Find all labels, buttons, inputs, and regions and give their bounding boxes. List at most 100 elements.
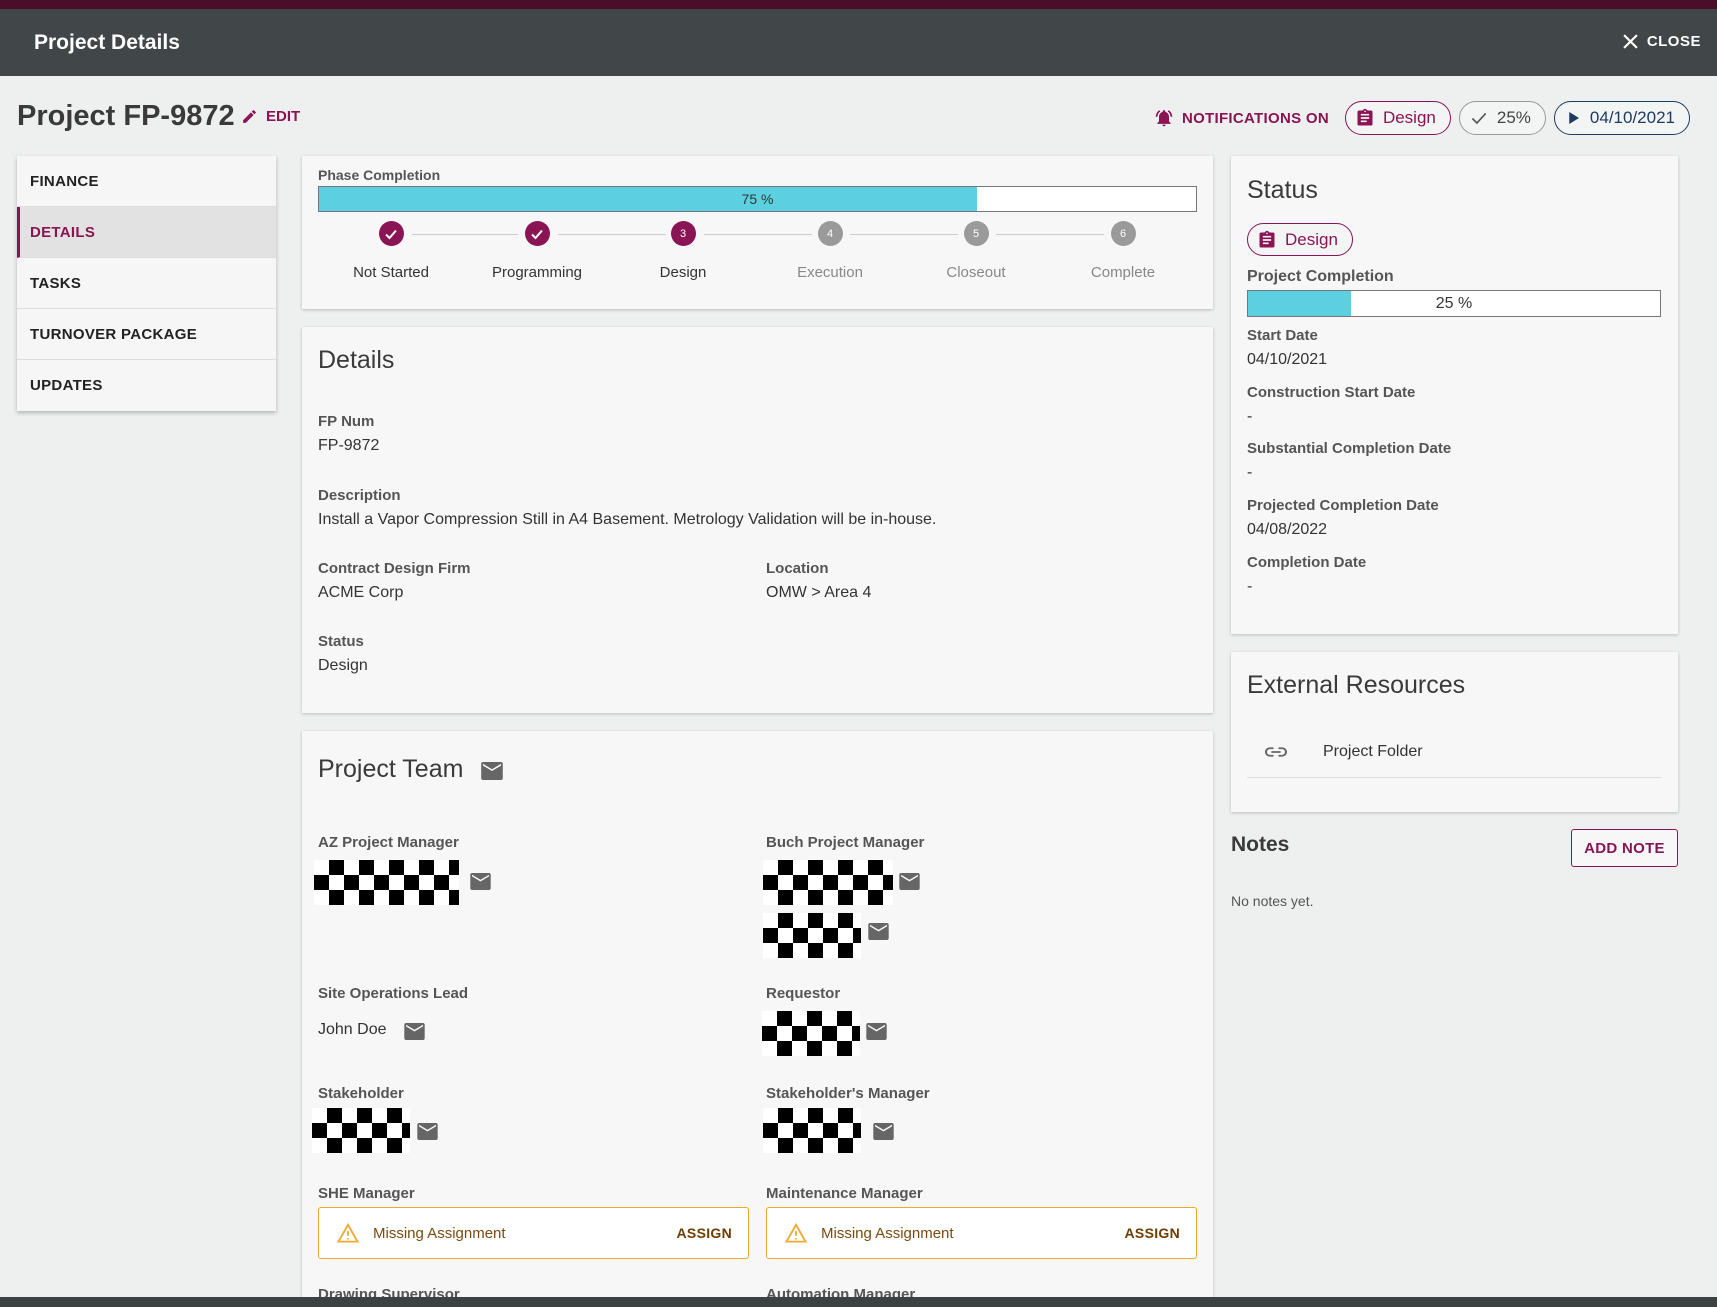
project-completion-text: 25 % (1435, 294, 1473, 312)
header-status-group: NOTIFICATIONS ON Design 25% 04/10/2021 (1154, 101, 1690, 135)
mail-icon[interactable] (866, 1023, 887, 1040)
site-ops-name: John Doe (318, 1021, 387, 1038)
clipboard-icon (1259, 230, 1275, 247)
status-panel-title: Status (1247, 176, 1318, 204)
external-resources-title: External Resources (1247, 671, 1466, 699)
assign-button[interactable]: ASSIGN (1125, 1225, 1180, 1241)
phase-progress-text: 75 % (741, 191, 774, 207)
step-number: 3 (670, 221, 696, 246)
she-mgr-missing-alert: Missing Assignment ASSIGN (318, 1207, 749, 1259)
close-button[interactable]: CLOSE (1623, 33, 1701, 50)
close-label: CLOSE (1646, 33, 1701, 50)
status-panel-chip[interactable]: Design (1247, 223, 1353, 256)
description-value: Install a Vapor Compression Still in A4 … (318, 511, 937, 528)
redacted-avatar (762, 1011, 860, 1056)
notes-empty-text: No notes yet. (1231, 893, 1314, 909)
app-bar: Project Details CLOSE (0, 9, 1717, 76)
substantial-completion-label: Substantial Completion Date (1247, 440, 1452, 457)
warning-icon (337, 1223, 359, 1243)
step-label: Execution (797, 264, 863, 281)
completion-chip[interactable]: 25% (1458, 101, 1546, 135)
redacted-avatar (314, 860, 459, 905)
status-chip[interactable]: Design (1344, 101, 1451, 135)
edit-label: EDIT (266, 108, 301, 125)
notifications-label: NOTIFICATIONS ON (1181, 109, 1329, 127)
step-check-icon (524, 221, 550, 246)
step-label: Design (659, 264, 707, 281)
redacted-avatar (763, 860, 893, 905)
step-number: 5 (963, 221, 989, 246)
phase-step: 6 Complete (1048, 221, 1198, 281)
step-label: Programming (491, 264, 583, 281)
link-icon (1265, 747, 1287, 757)
sidebar-item-updates[interactable]: UPDATES (17, 360, 276, 411)
redacted-avatar (763, 1108, 861, 1153)
edit-button[interactable]: EDIT (241, 108, 300, 125)
location-value: OMW > Area 4 (766, 584, 872, 601)
step-number: 4 (817, 221, 843, 246)
completion-date-value: - (1247, 578, 1253, 595)
az-pm-label: AZ Project Manager (318, 834, 459, 851)
warning-icon (785, 1223, 807, 1243)
she-mgr-label: SHE Manager (318, 1185, 415, 1202)
substantial-completion-value: - (1247, 464, 1253, 481)
sidebar-item-finance[interactable]: FINANCE (17, 156, 276, 207)
step-label: Not Started (353, 264, 429, 281)
phase-completion-label: Phase Completion (318, 167, 441, 183)
status-chip-label: Design (1382, 108, 1436, 127)
construction-start-label: Construction Start Date (1247, 384, 1416, 401)
mail-icon[interactable] (868, 923, 889, 940)
mail-icon[interactable] (417, 1123, 438, 1140)
design-firm-value: ACME Corp (318, 584, 404, 601)
start-date-value: 04/10/2021 (1247, 351, 1328, 368)
projected-completion-value: 04/08/2022 (1247, 521, 1328, 538)
add-note-button[interactable]: ADD NOTE (1571, 829, 1678, 867)
step-label: Complete (1090, 264, 1156, 281)
missing-assignment-text: Missing Assignment (373, 1224, 506, 1242)
mail-icon[interactable] (470, 873, 491, 890)
sidebar-item-turnover-package[interactable]: TURNOVER PACKAGE (17, 309, 276, 360)
step-label: Closeout (946, 264, 1006, 281)
stakeholder-label: Stakeholder (318, 1085, 404, 1102)
redacted-avatar (763, 913, 861, 958)
assign-button[interactable]: ASSIGN (677, 1225, 732, 1241)
check-icon (1471, 112, 1487, 125)
sidebar-item-label: TASKS (30, 274, 82, 292)
project-team-title: Project Team (318, 755, 464, 783)
page-title: Project FP-9872 (17, 100, 235, 132)
notifications-toggle[interactable]: NOTIFICATIONS ON (1154, 108, 1329, 128)
notes-title: Notes (1231, 833, 1290, 856)
maint-mgr-label: Maintenance Manager (766, 1185, 923, 1202)
mail-icon[interactable] (873, 1123, 894, 1140)
app-title: Project Details (34, 31, 180, 54)
step-check-icon (378, 221, 404, 246)
sidebar-item-label: FINANCE (30, 172, 99, 190)
status-value: Design (318, 657, 368, 674)
completion-date-label: Completion Date (1247, 554, 1367, 571)
phase-step: 5 Closeout (901, 221, 1051, 281)
design-firm-label: Contract Design Firm (318, 560, 471, 577)
phase-step: 4 Execution (755, 221, 905, 281)
sidebar-item-label: TURNOVER PACKAGE (30, 325, 198, 343)
redacted-avatar (312, 1108, 410, 1153)
date-chip-label: 04/10/2021 (1589, 108, 1675, 127)
maint-mgr-missing-alert: Missing Assignment ASSIGN (766, 1207, 1197, 1259)
mail-icon[interactable] (404, 1023, 425, 1040)
stakeholder-mgr-label: Stakeholder's Manager (766, 1085, 930, 1102)
phase-step: Programming (462, 221, 612, 281)
details-title: Details (318, 346, 395, 374)
mail-icon[interactable] (899, 873, 920, 890)
missing-assignment-text: Missing Assignment (821, 1224, 954, 1242)
construction-start-value: - (1247, 408, 1253, 425)
mail-team-icon[interactable] (481, 762, 503, 780)
status-panel-chip-label: Design (1285, 229, 1338, 249)
project-folder-link[interactable]: Project Folder (1247, 727, 1661, 778)
project-folder-label: Project Folder (1323, 743, 1423, 760)
projected-completion-label: Projected Completion Date (1247, 497, 1439, 514)
phase-step: Not Started (316, 221, 466, 281)
location-label: Location (766, 560, 829, 577)
date-chip[interactable]: 04/10/2021 (1553, 101, 1690, 135)
sidebar-item-details[interactable]: DETAILS (17, 207, 276, 258)
sidebar-item-tasks[interactable]: TASKS (17, 258, 276, 309)
bottom-scroll-bar (0, 1297, 1717, 1307)
